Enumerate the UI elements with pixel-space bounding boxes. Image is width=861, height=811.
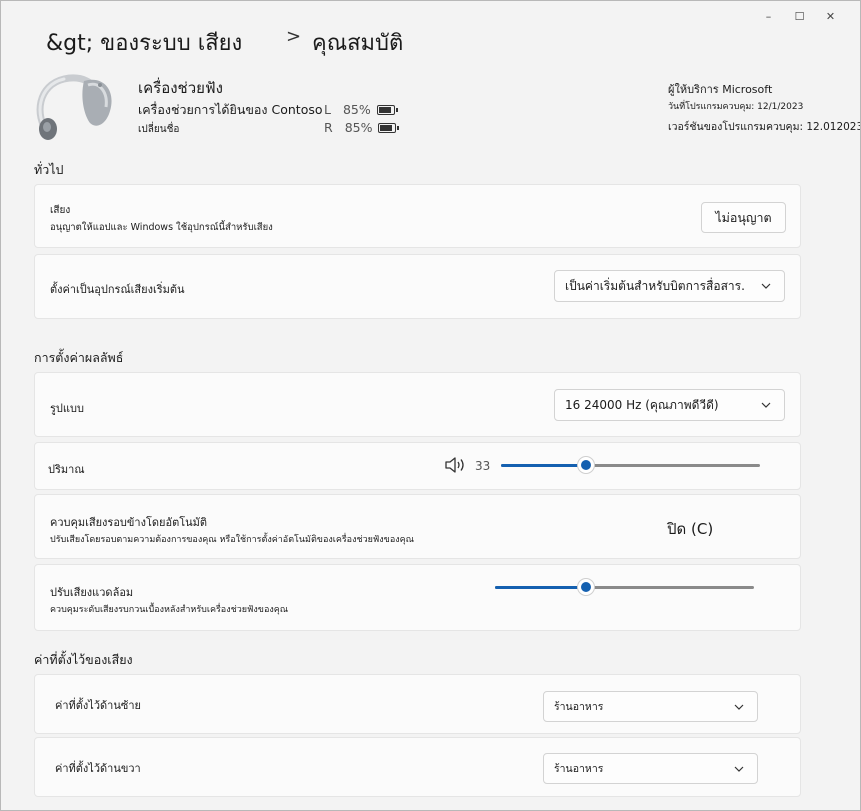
format-value: 16 24000 Hz (คุณภาพดีวีดี): [565, 397, 719, 412]
battery-right-label: R: [324, 120, 333, 135]
device-name: เครื่องช่วยฟัง: [138, 79, 223, 97]
settings-window: – ☐ ✕ &gt; ของระบบ เสียง > คุณสมบัติ เคร…: [0, 0, 861, 811]
section-presets-title: ค่าที่ตั้งไว้ของเสียง: [34, 652, 133, 667]
default-device-value: เป็นค่าเริ่มต้นสำหรับบิตการสื่อสาร.: [565, 278, 745, 293]
volume-slider-fill: [501, 464, 587, 467]
battery-icon: [378, 122, 400, 133]
right-preset-card: ค่าที่ตั้งไว้ด้านขวา ร้านอาหาร: [34, 737, 801, 797]
chevron-down-icon: [761, 283, 771, 289]
section-output-title: การตั้งค่าผลลัพธ์: [34, 350, 124, 365]
volume-slider[interactable]: [501, 456, 760, 474]
battery-icon: [376, 104, 398, 115]
window-controls: – ☐ ✕: [753, 7, 846, 25]
breadcrumb-parent[interactable]: &gt; ของระบบ เสียง: [46, 31, 242, 56]
left-preset-select[interactable]: ร้านอาหาร: [543, 691, 758, 722]
section-general-title: ทั่วไป: [34, 162, 64, 177]
battery-left-label: L: [324, 102, 331, 117]
hearing-aid-image: [36, 74, 112, 140]
ambient-slider-thumb[interactable]: [576, 578, 595, 596]
ambient-subtitle: ควบคุมระดับเสียงรบกวนเบื้องหลังสำหรับเคร…: [50, 605, 289, 615]
audio-title: เสียง: [50, 205, 71, 216]
speaker-icon[interactable]: [444, 456, 466, 474]
driver-date: วันที่โปรแกรมควบคุม: 12/1/2023: [668, 102, 804, 112]
chevron-right-icon: >: [286, 26, 302, 47]
battery-right-value: 85%: [344, 120, 373, 135]
volume-title: ปริมาณ: [48, 463, 85, 476]
rename-link[interactable]: เปลี่ยนชื่อ: [138, 122, 179, 137]
disallow-button[interactable]: ไม่อนุญาต: [701, 202, 786, 233]
ambient-title: ปรับเสียงแวดล้อม: [50, 586, 134, 599]
right-preset-select[interactable]: ร้านอาหาร: [543, 753, 758, 784]
close-button[interactable]: ✕: [815, 7, 846, 25]
volume-value: 33: [475, 459, 491, 473]
auto-ambient-subtitle: ปรับเสียงโดยรอบตามความต้องการของคุณ หรือ…: [50, 535, 415, 545]
provider-info: ผู้ให้บริการ Microsoft: [668, 83, 773, 96]
chevron-down-icon: [734, 704, 744, 710]
left-preset-value: ร้านอาหาร: [554, 701, 604, 713]
right-preset-value: ร้านอาหาร: [554, 763, 604, 775]
battery-right: R 85%: [324, 120, 400, 135]
battery-left-value: 85%: [342, 102, 371, 117]
chevron-down-icon: [734, 766, 744, 772]
default-device-title: ตั้งค่าเป็นอุปกรณ์เสียงเริ่มต้น: [50, 283, 185, 296]
ambient-slider-fill: [495, 586, 586, 589]
auto-ambient-toggle-state[interactable]: ปิด (C): [667, 517, 713, 541]
breadcrumb: &gt; ของระบบ เสียง > คุณสมบัติ: [46, 25, 403, 60]
page-title: คุณสมบัติ: [312, 31, 404, 56]
audio-permission-card: เสียง อนุญาตให้แอปและ Windows ใช้อุปกรณ์…: [34, 184, 801, 248]
battery-left: L 85%: [324, 102, 398, 117]
device-description: เครื่องช่วยการได้ยินของ Contoso: [138, 102, 323, 117]
minimize-button[interactable]: –: [753, 7, 784, 25]
format-title: รูปแบบ: [50, 402, 84, 415]
volume-card: ปริมาณ 33: [34, 442, 801, 490]
left-preset-card: ค่าที่ตั้งไว้ด้านซ้าย ร้านอาหาร: [34, 674, 801, 734]
ambient-card: ปรับเสียงแวดล้อม ควบคุมระดับเสียงรบกวนเบ…: [34, 564, 801, 631]
auto-ambient-card: ควบคุมเสียงรอบข้างโดยอัตโนมัติ ปรับเสียง…: [34, 494, 801, 559]
auto-ambient-title: ควบคุมเสียงรอบข้างโดยอัตโนมัติ: [50, 516, 208, 529]
ambient-slider[interactable]: [495, 578, 754, 596]
maximize-button[interactable]: ☐: [784, 7, 815, 25]
audio-subtitle: อนุญาตให้แอปและ Windows ใช้อุปกรณ์นี้สำห…: [50, 222, 273, 233]
driver-version: เวอร์ชันของโปรแกรมควบคุม: 12.012023: [668, 121, 861, 133]
format-card: รูปแบบ 16 24000 Hz (คุณภาพดีวีดี): [34, 372, 801, 437]
right-preset-title: ค่าที่ตั้งไว้ด้านขวา: [55, 762, 141, 775]
chevron-down-icon: [761, 402, 771, 408]
format-select[interactable]: 16 24000 Hz (คุณภาพดีวีดี): [554, 389, 785, 421]
left-preset-title: ค่าที่ตั้งไว้ด้านซ้าย: [55, 699, 141, 712]
default-device-select[interactable]: เป็นค่าเริ่มต้นสำหรับบิตการสื่อสาร.: [554, 270, 785, 302]
default-device-card: ตั้งค่าเป็นอุปกรณ์เสียงเริ่มต้น เป็นค่าเ…: [34, 254, 801, 319]
volume-slider-thumb[interactable]: [577, 456, 596, 474]
